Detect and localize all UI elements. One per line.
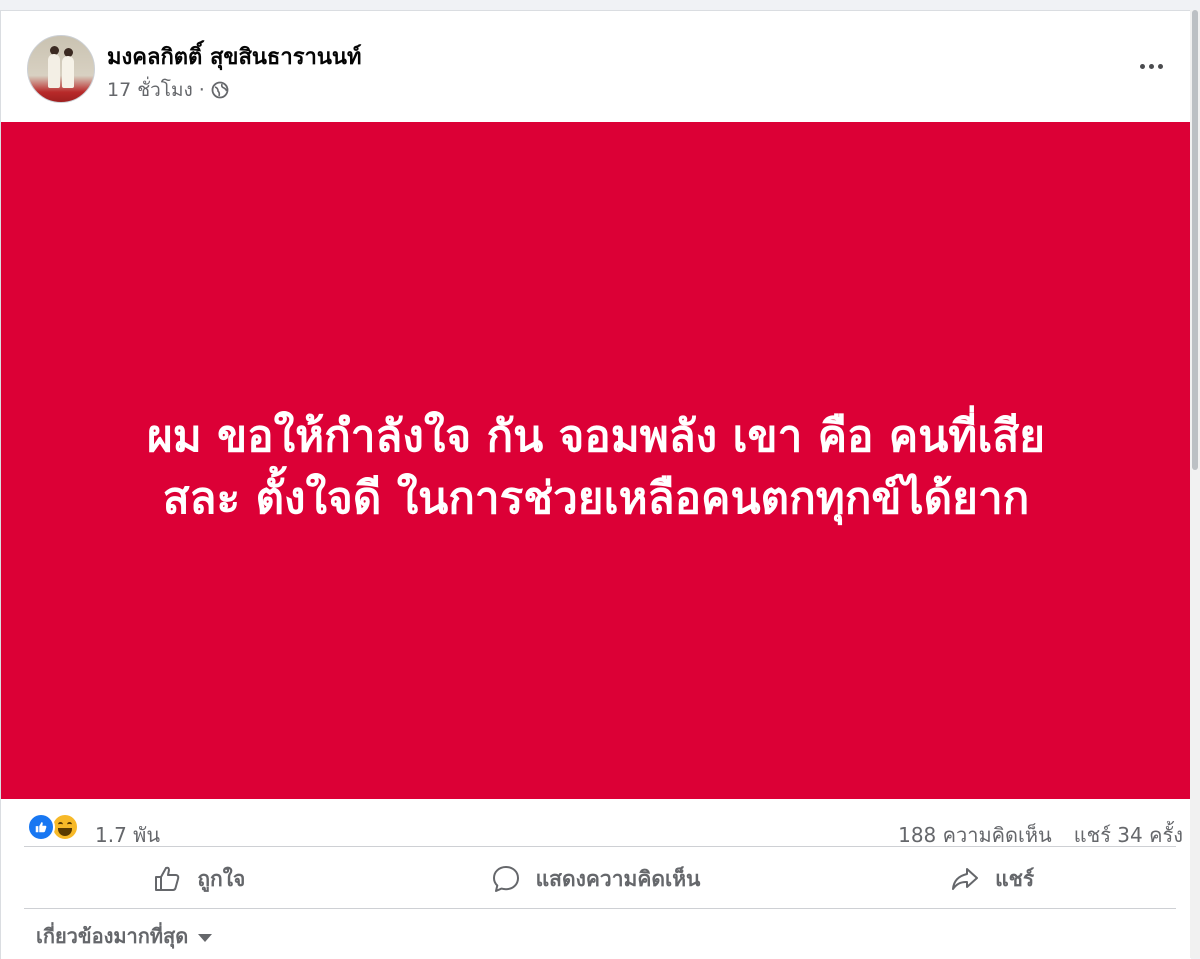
post-actions: ถูกใจ แสดงความคิดเห็น แชร์ <box>0 852 1190 906</box>
more-dot <box>1139 63 1145 69</box>
haha-eye <box>58 822 63 827</box>
haha-icon <box>51 813 79 841</box>
like-icon <box>27 813 55 841</box>
thumbs-up-icon <box>155 866 180 891</box>
reaction-icons[interactable] <box>27 813 87 843</box>
scrollbar-thumb[interactable] <box>1192 10 1198 470</box>
post-meta: 17 ชั่วโมง · <box>107 75 229 105</box>
banner-line-1: ผม ขอให้กำลังใจ กัน จอมพลัง เขา คือ คนที… <box>146 410 1045 462</box>
banner-line-2: สละ ตั้งใจดี ในการช่วยเหลือคนตกทุกข์ได้ย… <box>162 472 1030 524</box>
share-icon <box>952 868 979 890</box>
haha-mouth <box>58 828 72 836</box>
banner-text: ผม ขอให้กำลังใจ กัน จอมพลัง เขา คือ คนที… <box>26 406 1166 530</box>
comments-filter-label: เกี่ยวข้องมากที่สุด <box>36 924 189 948</box>
post-card: มงคลกิตติ์ สุขสินธารานนท์ 17 ชั่วโมง · ผ… <box>0 10 1191 959</box>
like-button-label: ถูกใจ <box>197 866 246 891</box>
scrollbar[interactable] <box>1190 10 1200 958</box>
meta-separator: · <box>198 79 205 101</box>
post-header: มงคลกิตติ์ สุขสินธารานนท์ 17 ชั่วโมง · <box>1 11 1191 121</box>
share-button[interactable]: แชร์ <box>793 852 1190 906</box>
more-dot <box>1157 63 1163 69</box>
post-text-banner[interactable]: ผม ขอให้กำลังใจ กัน จอมพลัง เขา คือ คนที… <box>1 122 1191 799</box>
comments-filter-dropdown[interactable]: เกี่ยวข้องมากที่สุด <box>36 920 213 952</box>
comment-icon <box>492 866 519 892</box>
more-options-icon[interactable] <box>1131 51 1171 81</box>
comment-button-label: แสดงความคิดเห็น <box>535 866 701 891</box>
avatar-figure <box>62 56 74 88</box>
share-button-label: แชร์ <box>995 866 1035 891</box>
haha-eye <box>67 822 72 827</box>
avatar-figure <box>48 54 60 88</box>
post-timestamp[interactable]: 17 ชั่วโมง <box>107 75 193 105</box>
globe-icon <box>211 81 229 99</box>
post-stats: 1.7 พัน 188 ความคิดเห็น แชร์ 34 ครั้ง <box>1 807 1191 847</box>
more-dot <box>1148 63 1154 69</box>
caret-down-icon <box>198 934 213 942</box>
divider <box>24 846 1176 847</box>
author-name[interactable]: มงคลกิตติ์ สุขสินธารานนท์ <box>107 39 361 74</box>
like-button[interactable]: ถูกใจ <box>0 852 397 906</box>
divider <box>24 908 1176 909</box>
comment-button[interactable]: แสดงความคิดเห็น <box>397 852 794 906</box>
avatar[interactable] <box>27 35 95 103</box>
